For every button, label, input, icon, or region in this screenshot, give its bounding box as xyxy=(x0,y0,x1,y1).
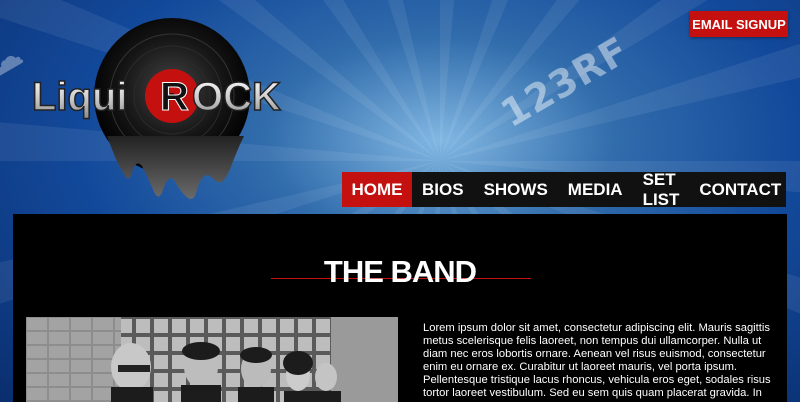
band-photo-image xyxy=(26,317,398,402)
logo-text-mid: R xyxy=(160,75,189,119)
section-title: THE BAND xyxy=(323,254,477,289)
nav-item-bios[interactable]: BIOS xyxy=(412,172,474,207)
watermark-left: ☁ xyxy=(0,34,30,86)
nav-item-home[interactable]: HOME xyxy=(342,172,412,207)
nav-item-media[interactable]: MEDIA xyxy=(558,172,633,207)
nav-item-set-list[interactable]: SET LIST xyxy=(633,170,690,209)
logo-text-right: OCK xyxy=(192,75,281,119)
drip-icon xyxy=(107,136,244,199)
watermark: 123RF xyxy=(493,28,637,136)
logo[interactable]: Liqui R OCK xyxy=(31,14,302,204)
nav-item-contact[interactable]: CONTACT xyxy=(689,172,791,207)
email-signup-button[interactable]: EMAIL SIGNUP xyxy=(690,11,788,37)
band-description: Lorem ipsum dolor sit amet, consectetur … xyxy=(423,322,771,399)
logo-text-left: Liqui xyxy=(32,75,128,119)
page: ☁ 123RF EMAIL SIGNUP Liqui R OCK HOME BI… xyxy=(0,0,800,402)
nav-item-shows[interactable]: SHOWS xyxy=(474,172,558,207)
logo-graphic: Liqui R OCK xyxy=(31,18,282,199)
content-panel: THE BAND Lorem ipsum dolor sit amet, con… xyxy=(13,214,787,402)
band-photo xyxy=(26,317,398,402)
main-nav: HOME BIOS SHOWS MEDIA SET LIST CONTACT xyxy=(342,170,786,209)
